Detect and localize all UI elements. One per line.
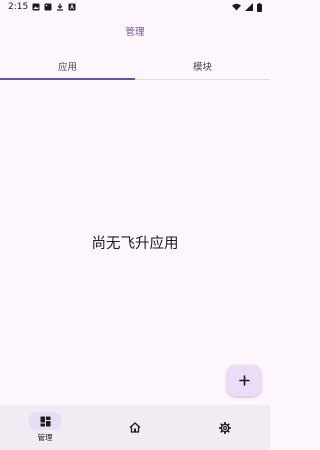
status-time: 2:15 <box>8 2 29 12</box>
app-bar: 管理 <box>0 18 270 44</box>
nav-pill <box>28 412 62 430</box>
add-button[interactable] <box>227 365 261 396</box>
tab-apps[interactable]: 应用 <box>0 53 135 80</box>
bottom-nav: 管理 <box>0 405 270 450</box>
nav-pill <box>208 419 242 437</box>
status-left: 2:15 <box>8 2 76 12</box>
tab-bar: 应用 模块 <box>0 53 270 80</box>
dashboard-icon <box>40 416 51 427</box>
nav-label-manage: 管理 <box>37 433 53 442</box>
nav-item-home[interactable] <box>90 405 180 450</box>
home-icon <box>129 422 141 433</box>
signal-icon <box>245 3 253 11</box>
nav-item-manage[interactable]: 管理 <box>0 405 90 450</box>
tab-apps-label: 应用 <box>57 62 77 73</box>
nav-pill <box>118 419 152 437</box>
tab-modules-label: 模块 <box>192 62 212 73</box>
plus-icon <box>238 375 250 386</box>
photo-icon <box>32 3 40 11</box>
download-icon <box>56 3 64 11</box>
empty-state-text: 尚无飞升应用 <box>91 236 179 252</box>
wifi-icon <box>232 3 241 11</box>
tab-modules[interactable]: 模块 <box>135 53 270 79</box>
tab-indicator <box>0 78 135 80</box>
status-right <box>232 2 262 12</box>
battery-icon <box>257 2 262 12</box>
nav-item-settings[interactable] <box>180 405 270 450</box>
status-bar: 2:15 <box>0 0 270 14</box>
translate-icon <box>68 3 76 11</box>
page-title: 管理 <box>125 27 145 38</box>
image-icon <box>44 3 52 11</box>
settings-icon <box>219 421 231 434</box>
